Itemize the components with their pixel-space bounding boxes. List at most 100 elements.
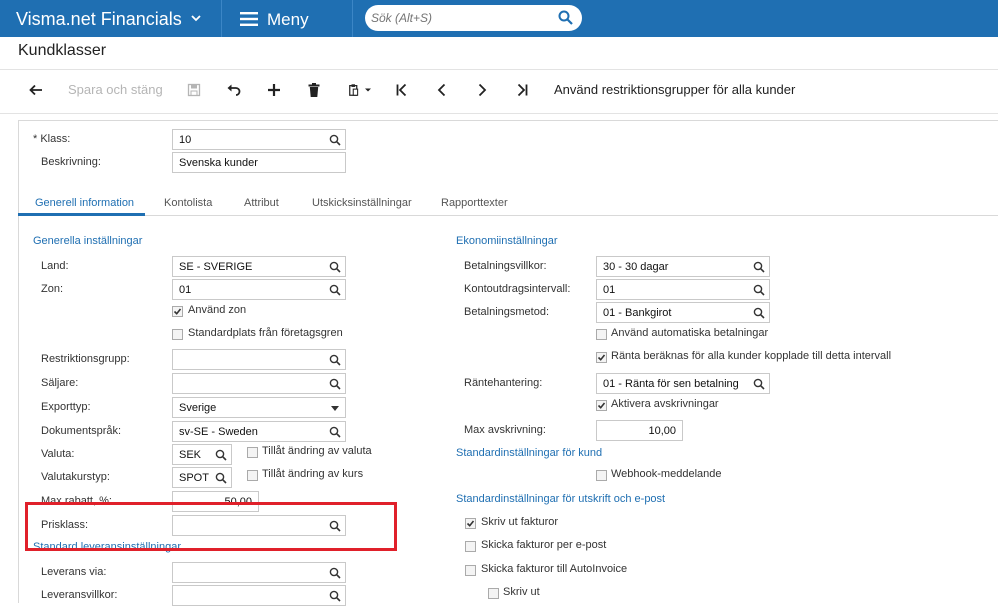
- autoinvoice-checkbox[interactable]: [465, 565, 476, 576]
- max-writeoff-value: 10,00: [648, 425, 676, 437]
- class-label-text: Klass:: [40, 133, 71, 145]
- copy-paste-button[interactable]: [345, 80, 375, 100]
- ship-via-label: Leverans via:: [41, 566, 107, 578]
- search-icon[interactable]: [753, 284, 765, 296]
- auto-payments-checkbox[interactable]: [596, 329, 607, 340]
- last-icon: [517, 83, 528, 97]
- seller-label: Säljare:: [41, 377, 79, 389]
- zone-field[interactable]: 01: [172, 279, 346, 300]
- export-type-select[interactable]: Sverige: [172, 397, 346, 418]
- email-invoices-label: Skicka fakturor per e-post: [481, 539, 607, 551]
- document-language-field[interactable]: sv-SE - Sweden: [172, 421, 346, 442]
- tab-account-list[interactable]: Kontolista: [164, 197, 212, 209]
- default-location-label: Standardplats från företagsgren: [188, 327, 343, 339]
- description-value: Svenska kunder: [179, 157, 258, 169]
- tab-general-information[interactable]: Generell information: [35, 197, 134, 209]
- print-out-label: Skriv ut: [503, 586, 540, 598]
- previous-icon: [437, 83, 446, 97]
- email-invoices-checkbox[interactable]: [465, 541, 476, 552]
- use-zone-checkbox[interactable]: [172, 306, 183, 317]
- zone-value: 01: [179, 284, 192, 296]
- search-icon[interactable]: [215, 472, 227, 484]
- interest-all-checkbox[interactable]: [596, 352, 607, 363]
- search-icon[interactable]: [329, 590, 341, 602]
- checkmark-icon: [597, 354, 606, 361]
- enable-writeoffs-checkbox[interactable]: [596, 400, 607, 411]
- search-icon[interactable]: [329, 261, 341, 273]
- country-field[interactable]: SE - SVERIGE: [172, 256, 346, 277]
- country-label: Land:: [41, 260, 69, 272]
- next-record-button[interactable]: [473, 80, 491, 100]
- divider: [18, 215, 998, 216]
- save-icon: [187, 83, 201, 97]
- search-icon[interactable]: [329, 284, 341, 296]
- search-icon[interactable]: [753, 378, 765, 390]
- add-button[interactable]: [265, 80, 283, 100]
- payment-method-value: 01 - Bankgirot: [603, 307, 672, 319]
- interest-handling-field[interactable]: 01 - Ränta för sen betalning: [596, 373, 770, 394]
- print-invoices-checkbox[interactable]: [465, 518, 476, 529]
- checkmark-icon: [597, 402, 606, 409]
- divider: [221, 0, 222, 37]
- first-record-button[interactable]: [393, 80, 411, 100]
- currency-label: Valuta:: [41, 448, 75, 460]
- chevron-down-icon[interactable]: [190, 12, 202, 24]
- statement-interval-value: 01: [603, 284, 616, 296]
- payment-terms-value: 30 - 30 dagar: [603, 261, 669, 273]
- search-icon[interactable]: [329, 354, 341, 366]
- rate-type-field[interactable]: SPOT: [172, 467, 232, 488]
- previous-record-button[interactable]: [433, 80, 451, 100]
- checkmark-icon: [466, 520, 475, 527]
- menu-label: Meny: [267, 10, 309, 29]
- allow-rate-change-checkbox[interactable]: [247, 470, 258, 481]
- payment-method-label: Betalningsmetod:: [464, 306, 549, 318]
- webhook-label: Webhook-meddelande: [611, 468, 722, 480]
- class-field[interactable]: 10: [172, 129, 346, 150]
- search-icon[interactable]: [558, 10, 573, 25]
- menu-button[interactable]: Meny: [240, 0, 340, 37]
- search-icon[interactable]: [215, 449, 227, 461]
- payment-method-field[interactable]: 01 - Bankgirot: [596, 302, 770, 323]
- export-type-label: Exporttyp:: [41, 401, 91, 413]
- document-language-value: sv-SE - Sweden: [179, 426, 258, 438]
- country-value: SE - SVERIGE: [179, 261, 253, 273]
- next-icon: [478, 83, 487, 97]
- webhook-checkbox[interactable]: [596, 470, 607, 481]
- allow-currency-change-label: Tillåt ändring av valuta: [262, 445, 372, 457]
- back-button[interactable]: [27, 80, 45, 100]
- tab-attributes[interactable]: Attribut: [244, 197, 279, 209]
- print-out-checkbox[interactable]: [488, 588, 499, 599]
- tab-mailing-settings[interactable]: Utskicksinställningar: [312, 197, 412, 209]
- currency-field[interactable]: SEK: [172, 444, 232, 465]
- search-icon[interactable]: [329, 426, 341, 438]
- save-button[interactable]: [185, 80, 203, 100]
- search-icon[interactable]: [329, 134, 341, 146]
- enable-writeoffs-label: Aktivera avskrivningar: [611, 398, 719, 410]
- max-writeoff-field[interactable]: 10,00: [596, 420, 683, 441]
- allow-currency-change-checkbox[interactable]: [247, 447, 258, 458]
- restriction-group-label: Restriktionsgrupp:: [41, 353, 130, 365]
- checkmark-icon: [173, 308, 182, 315]
- tab-report-texts[interactable]: Rapporttexter: [441, 197, 508, 209]
- highlight-box: [25, 502, 397, 551]
- default-location-checkbox[interactable]: [172, 329, 183, 340]
- search-input[interactable]: [371, 9, 551, 27]
- description-field[interactable]: Svenska kunder: [172, 152, 346, 173]
- search-icon[interactable]: [753, 307, 765, 319]
- undo-button[interactable]: [225, 80, 243, 100]
- payment-terms-field[interactable]: 30 - 30 dagar: [596, 256, 770, 277]
- app-title[interactable]: Visma.net Financials: [16, 9, 182, 30]
- apply-restriction-groups-button[interactable]: Använd restriktionsgrupper för alla kund…: [554, 82, 795, 97]
- save-and-close-button[interactable]: Spara och stäng: [68, 82, 163, 97]
- search-icon[interactable]: [753, 261, 765, 273]
- search-icon[interactable]: [329, 567, 341, 579]
- export-type-value: Sverige: [179, 402, 217, 414]
- delete-button[interactable]: [305, 80, 323, 100]
- restriction-group-field[interactable]: [172, 349, 346, 370]
- autoinvoice-label: Skicka fakturor till AutoInvoice: [481, 563, 628, 575]
- last-record-button[interactable]: [513, 80, 531, 100]
- ship-via-field[interactable]: [172, 562, 346, 583]
- statement-interval-field[interactable]: 01: [596, 279, 770, 300]
- search-icon[interactable]: [329, 378, 341, 390]
- seller-field[interactable]: [172, 373, 346, 394]
